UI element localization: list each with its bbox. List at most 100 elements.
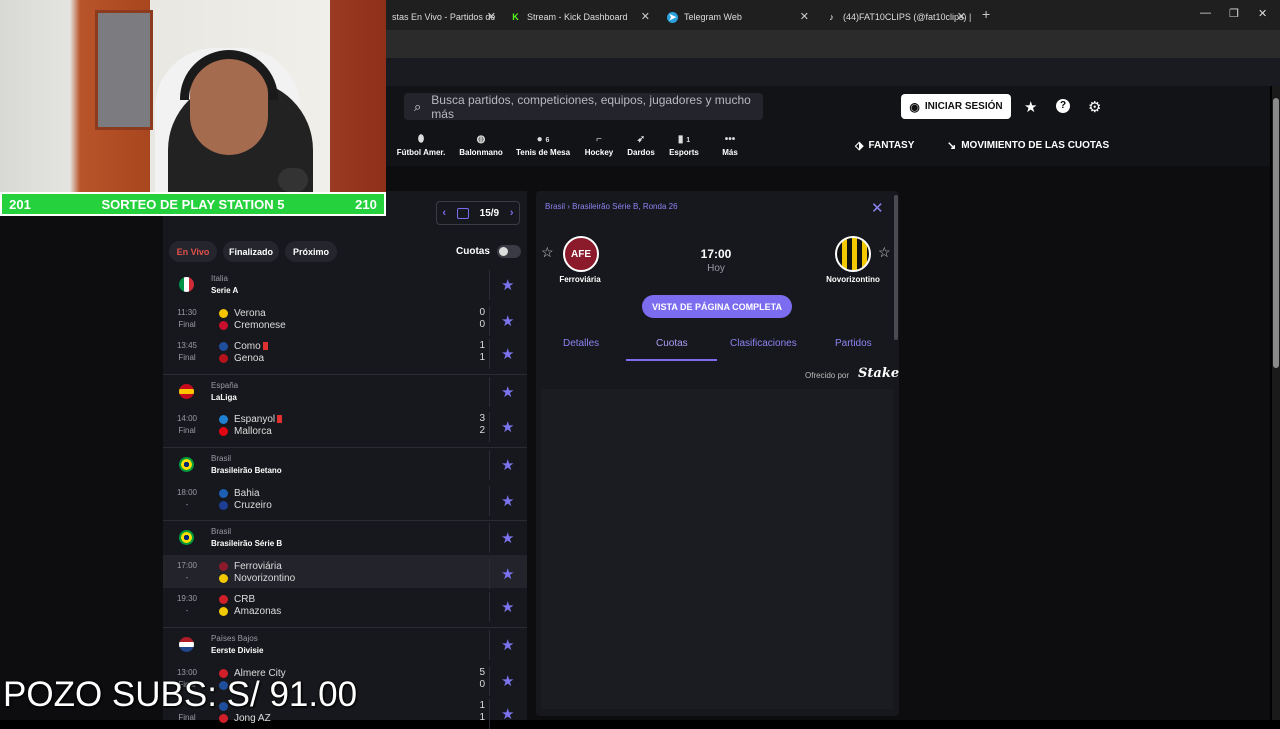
odds-toggle[interactable] [497, 245, 521, 258]
filter-finished[interactable]: Finalizado [223, 241, 279, 262]
match-time: 11:30 [177, 308, 197, 317]
row-divider [489, 630, 490, 660]
breadcrumb-country[interactable]: Brasil [545, 202, 565, 211]
favorite-match-star-icon[interactable]: ★ [501, 418, 514, 436]
page-scrollbar[interactable] [1272, 86, 1280, 720]
fantasy-label: FANTASY [868, 140, 915, 151]
home-team-name: Espanyol [234, 413, 276, 425]
favorite-match-star-icon[interactable]: ★ [501, 672, 514, 690]
row-divider [489, 377, 490, 407]
match-row[interactable]: 14:00 Final Espanyol Mallorca 3 2 ★ [163, 412, 527, 442]
match-row[interactable]: 18:00 - Bahia Cruzeiro ★ [163, 486, 527, 516]
close-window-icon[interactable]: ✕ [1258, 7, 1267, 20]
full-page-view-button[interactable]: VISTA DE PÁGINA COMPLETA [642, 295, 792, 318]
favorite-home-star-icon[interactable]: ☆ [541, 244, 554, 261]
minimize-icon[interactable]: — [1200, 7, 1211, 19]
sport-american-football[interactable]: ⬮ Fútbol Amer. [391, 134, 451, 157]
live-count: 1 [686, 137, 691, 144]
away-team-logo [835, 236, 871, 272]
odds-movement-link[interactable]: ↘ MOVIMIENTO DE LAS CUOTAS [947, 139, 1109, 152]
favorite-match-star-icon[interactable]: ★ [501, 705, 514, 723]
tab-standings[interactable]: Clasificaciones [730, 338, 797, 349]
favorite-match-star-icon[interactable]: ★ [501, 598, 514, 616]
league-name[interactable]: Serie A [211, 286, 238, 295]
away-score: 2 [479, 425, 485, 436]
favorite-league-star-icon[interactable]: ★ [501, 456, 514, 474]
favorite-league-star-icon[interactable]: ★ [501, 636, 514, 654]
league-country: Brasil [211, 454, 232, 463]
row-divider [489, 523, 490, 553]
detail-scrollbar[interactable] [894, 195, 898, 340]
tab-matches[interactable]: Partidos [835, 338, 872, 349]
home-team-name[interactable]: Ferroviária [535, 275, 625, 284]
offered-by-label: Ofrecido por [805, 371, 850, 380]
league-header[interactable]: España LaLiga ★ [163, 377, 527, 407]
row-divider [489, 559, 490, 589]
calendar-icon[interactable] [456, 207, 469, 219]
favorites-star-icon[interactable]: ★ [1024, 98, 1037, 116]
close-tab-icon[interactable]: ✕ [957, 10, 966, 23]
settings-gear-icon[interactable]: ⚙ [1088, 98, 1101, 116]
league-name[interactable]: Brasileirão Série B [211, 539, 282, 548]
sport-handball[interactable]: ◍ Balonmano [451, 134, 511, 157]
match-row[interactable]: 19:30 - CRB Amazonas ★ [163, 592, 527, 622]
fantasy-link[interactable]: ⬗ FANTASY [855, 139, 914, 152]
league-name[interactable]: LaLiga [211, 393, 237, 402]
sport-more[interactable]: ••• Más [700, 134, 760, 157]
banner-text: SORTEO DE PLAY STATION 5 [101, 196, 285, 212]
login-button[interactable]: ◉ INICIAR SESIÓN [901, 94, 1011, 119]
previous-day-icon[interactable]: ‹ [442, 207, 446, 219]
match-row[interactable]: 17:00 - Ferroviária Novorizontino ★ [163, 559, 527, 589]
new-tab-icon[interactable]: + [982, 6, 990, 22]
filter-upcoming[interactable]: Próximo [285, 241, 337, 262]
handball-icon: ◍ [476, 134, 486, 145]
sport-label: Dardos [627, 148, 655, 157]
maximize-icon[interactable]: ❐ [1229, 7, 1239, 20]
close-tab-icon[interactable]: ✕ [641, 10, 650, 23]
match-row[interactable]: 11:30 Final Verona Cremonese 0 0 ★ [163, 306, 527, 336]
league-header[interactable]: Países Bajos Eerste Divisie ★ [163, 630, 527, 660]
favorite-league-star-icon[interactable]: ★ [501, 383, 514, 401]
league-name[interactable]: Eerste Divisie [211, 646, 263, 655]
breadcrumb-league[interactable]: Brasileirão Série B, Ronda 26 [572, 202, 677, 211]
close-icon[interactable]: ✕ [871, 199, 884, 217]
league-header[interactable]: Brasil Brasileirão Betano ★ [163, 450, 527, 480]
browser-tab-kick[interactable]: K Stream - Kick Dashboard ✕ [504, 4, 656, 30]
favorite-league-star-icon[interactable]: ★ [501, 529, 514, 547]
favorite-match-star-icon[interactable]: ★ [501, 312, 514, 330]
next-day-icon[interactable]: › [510, 207, 514, 219]
favorite-match-star-icon[interactable]: ★ [501, 565, 514, 583]
page-scrollbar-thumb[interactable] [1273, 98, 1279, 368]
sport-table-tennis[interactable]: ● 6 Tenis de Mesa [513, 134, 573, 157]
help-icon[interactable]: ? [1056, 99, 1070, 113]
red-card-icon [262, 342, 268, 350]
filter-live[interactable]: En Vivo [169, 241, 217, 262]
league-header[interactable]: Italia Serie A ★ [163, 270, 527, 300]
trend-down-icon: ↘ [947, 140, 957, 152]
browser-tab-tiktok[interactable]: ♪ (44)FAT10CLIPS (@fat10clips) | ✕ [820, 4, 972, 30]
stake-logo[interactable]: Stake [858, 366, 899, 381]
match-status: Final [178, 353, 196, 362]
sport-label: Fútbol Amer. [396, 148, 446, 157]
search-input[interactable]: ⌕ Busca partidos, competiciones, equipos… [404, 93, 763, 121]
favorite-away-star-icon[interactable]: ☆ [878, 244, 891, 261]
browser-tab-telegram[interactable]: ➤ Telegram Web ✕ [661, 4, 815, 30]
tab-details[interactable]: Detalles [563, 338, 599, 349]
close-tab-icon[interactable]: ✕ [487, 10, 496, 23]
home-score: 1 [479, 700, 485, 711]
date-picker[interactable]: ‹ 15/9 › [436, 201, 520, 225]
league-header[interactable]: Brasil Brasileirão Série B ★ [163, 523, 527, 553]
favorite-match-star-icon[interactable]: ★ [501, 492, 514, 510]
favorite-match-star-icon[interactable]: ★ [501, 345, 514, 363]
browser-tab-livescore[interactable]: stas En Vivo - Partidos de ✕ [386, 4, 502, 30]
close-tab-icon[interactable]: ✕ [800, 10, 809, 23]
league-name[interactable]: Brasileirão Betano [211, 466, 282, 475]
row-divider [489, 412, 490, 442]
tab-odds[interactable]: Cuotas [656, 338, 688, 349]
favorite-league-star-icon[interactable]: ★ [501, 276, 514, 294]
sport-label: Más [722, 148, 738, 157]
away-crest-icon [219, 606, 228, 616]
match-row[interactable]: 13:45 Final Como Genoa 1 1 ★ [163, 339, 527, 369]
away-team-name[interactable]: Novorizontino [808, 275, 898, 284]
league-separator [163, 374, 527, 375]
